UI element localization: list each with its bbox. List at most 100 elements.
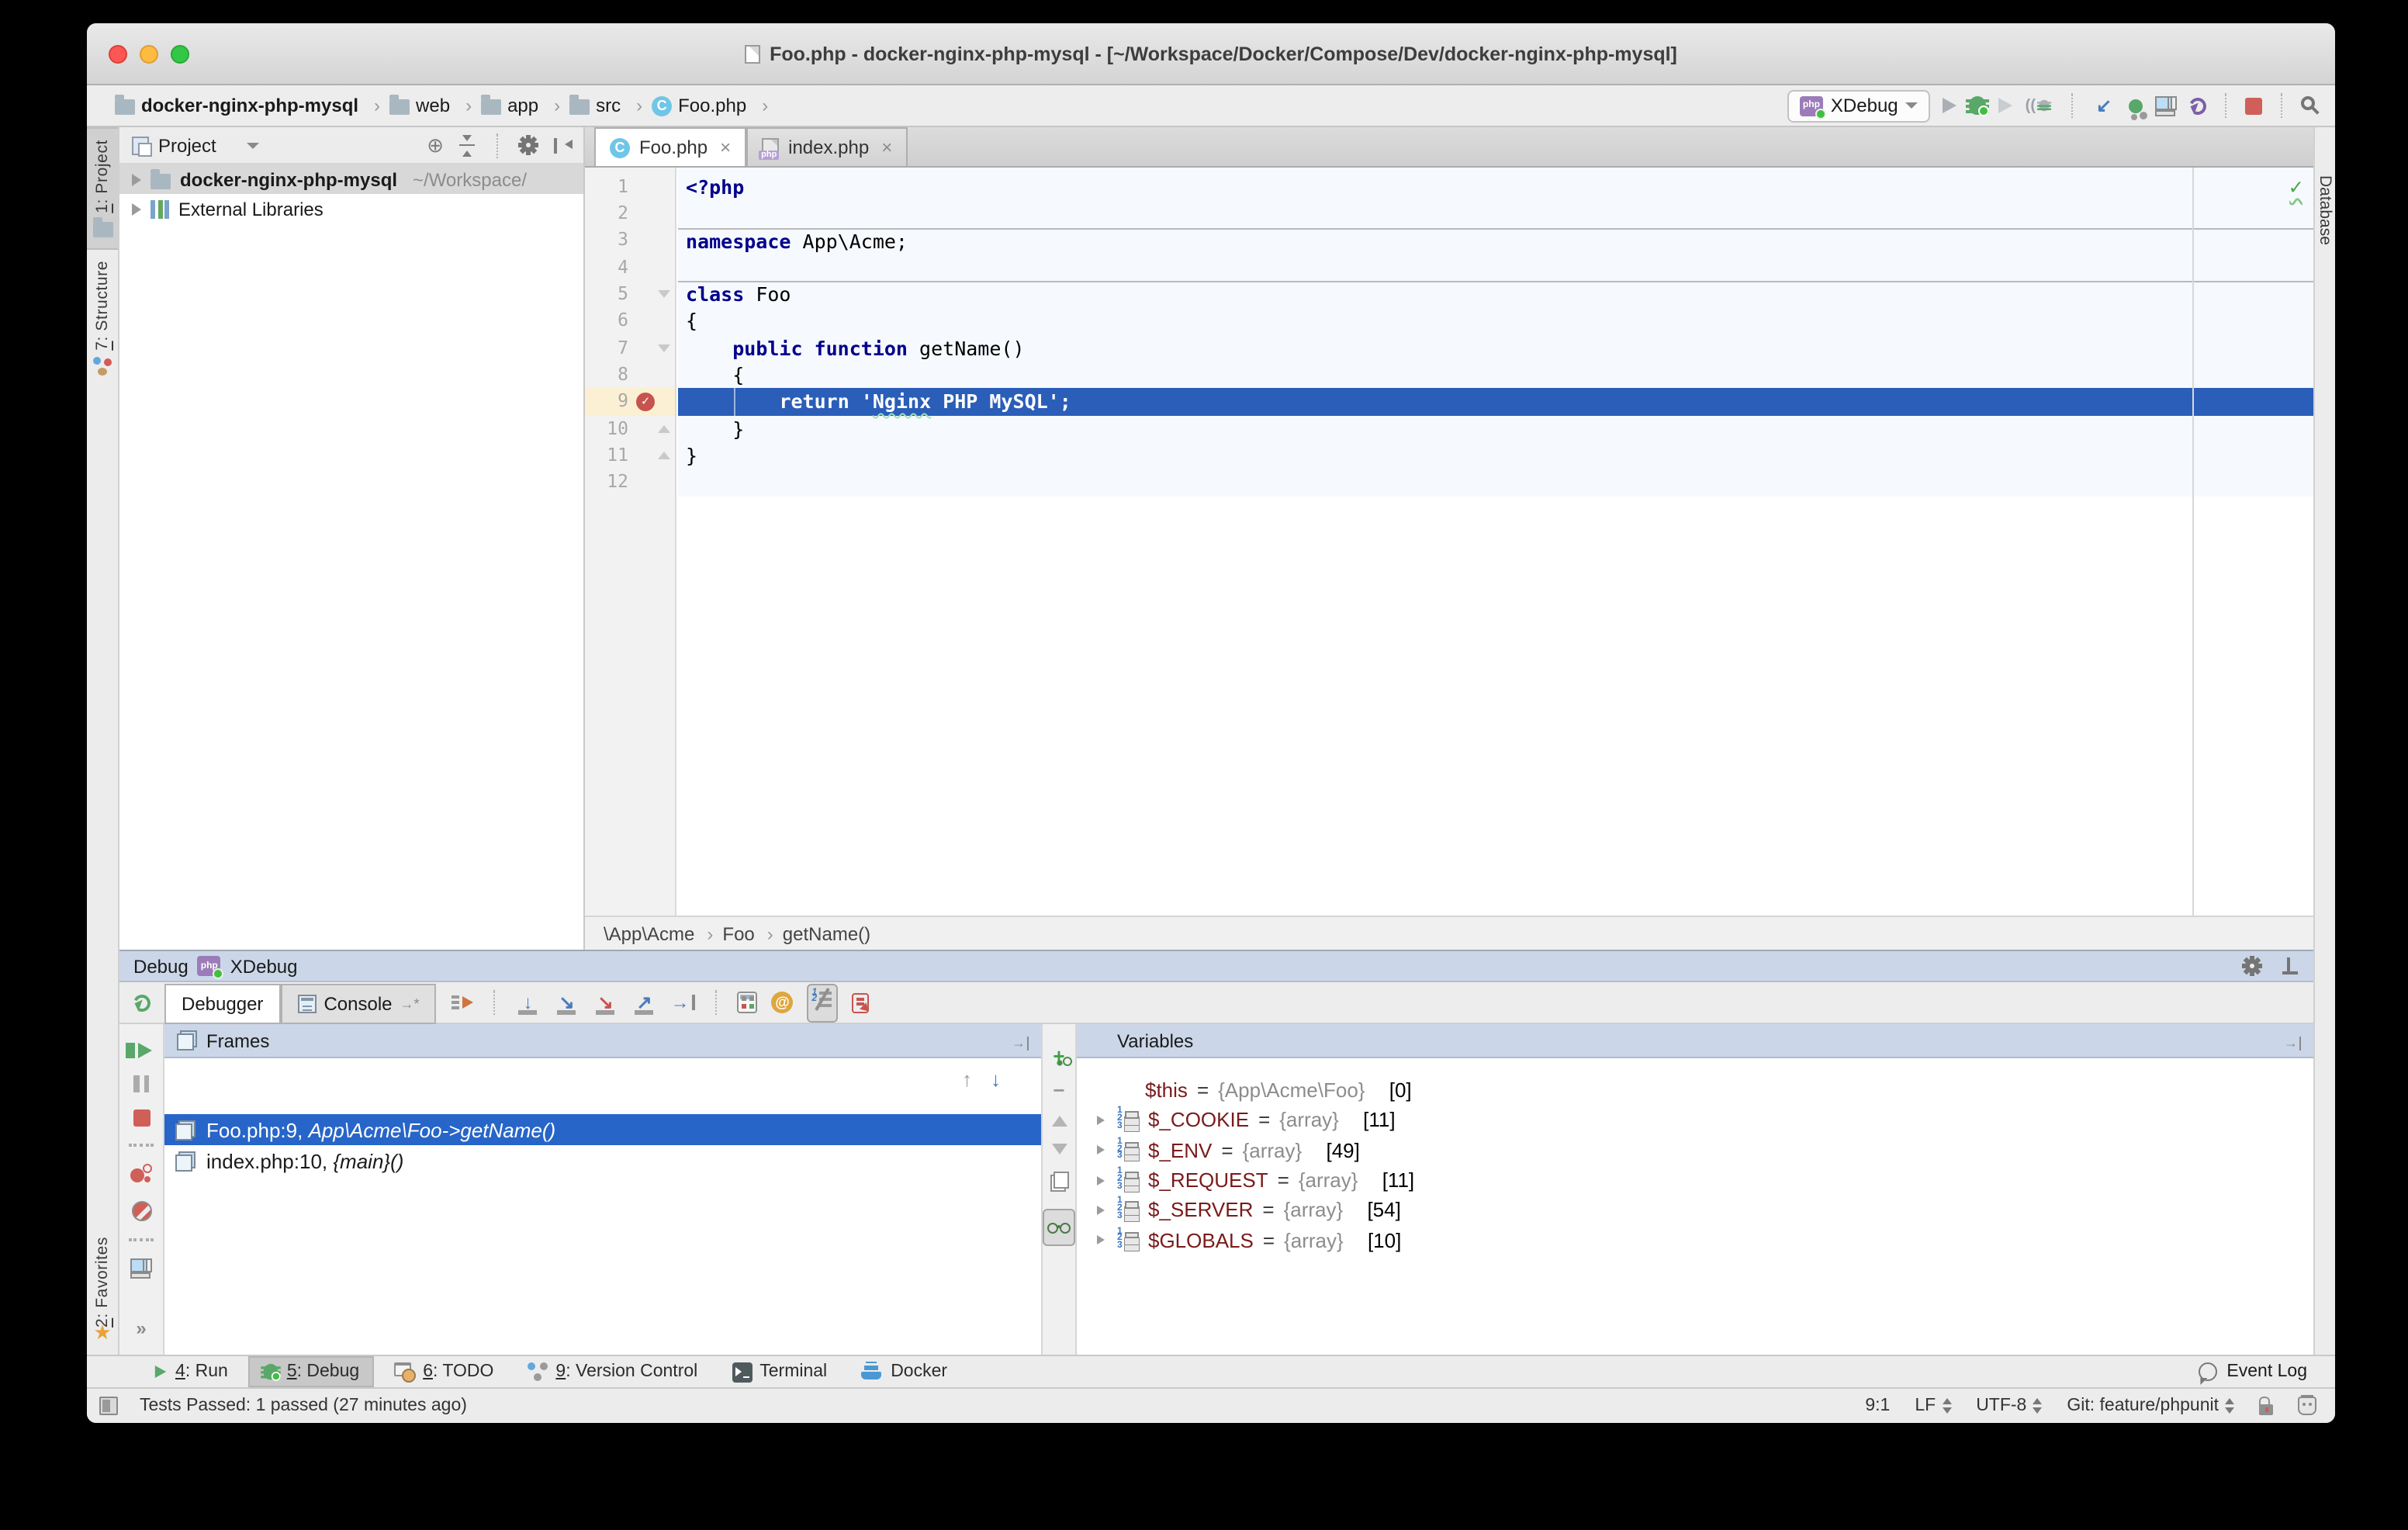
project-panel-title[interactable]: Project — [158, 134, 216, 156]
frame-row-current[interactable]: Foo.php:9, App\Acme\Foo->getName() — [164, 1114, 1041, 1145]
variable-row-server[interactable]: $_SERVER = {array} [54] — [1077, 1195, 2313, 1225]
hide-panel-icon[interactable] — [552, 136, 571, 154]
expand-arrow-icon[interactable] — [1096, 1116, 1104, 1125]
zoom-window-button[interactable] — [171, 44, 189, 63]
project-tree-row-external-libraries[interactable]: External Libraries — [119, 194, 583, 223]
fold-marker-icon[interactable] — [658, 344, 670, 352]
move-watch-down-icon[interactable] — [1051, 1144, 1067, 1154]
code-line[interactable]: namespace App\Acme; — [678, 227, 2313, 254]
close-window-button[interactable] — [109, 44, 127, 63]
breakpoint-icon[interactable] — [636, 393, 655, 411]
gutter-line[interactable]: 1 — [585, 174, 675, 201]
gutter-line[interactable]: 2 — [585, 201, 675, 228]
pause-program-icon[interactable] — [133, 1075, 149, 1092]
breadcrumb-namespace[interactable]: \App\Acme — [604, 922, 713, 944]
encoding-widget[interactable]: UTF-8 — [1976, 1397, 2042, 1415]
expand-arrow-icon[interactable] — [1096, 1235, 1104, 1244]
tool-window-terminal[interactable]: Terminal — [718, 1356, 841, 1387]
code-line[interactable]: { — [678, 308, 2313, 335]
locate-file-icon[interactable] — [427, 135, 444, 155]
gutter-line[interactable]: 8 — [585, 362, 675, 389]
line-ending-widget[interactable]: LF — [1915, 1397, 1951, 1415]
git-branch-widget[interactable]: Git: feature/phpunit — [2067, 1397, 2234, 1415]
breadcrumb-class[interactable]: Foo — [722, 922, 773, 944]
expand-arrow-icon[interactable] — [132, 173, 141, 185]
minimize-window-button[interactable] — [140, 44, 158, 63]
chevron-down-icon[interactable] — [247, 142, 260, 148]
code-line[interactable]: <?php — [678, 174, 2313, 201]
rerun-icon[interactable] — [131, 992, 153, 1013]
lock-icon[interactable] — [2259, 1404, 2273, 1415]
breadcrumb-item-file[interactable]: Foo.php — [649, 95, 771, 116]
sidebar-item-structure[interactable]: 7: Structure — [87, 251, 118, 387]
code-line[interactable]: } — [678, 442, 2313, 469]
view-breakpoints-icon[interactable] — [130, 1164, 152, 1184]
code-line[interactable]: } — [678, 415, 2313, 442]
variable-row-this[interactable]: $this = {App\Acme\Foo} [0] — [1077, 1075, 2313, 1106]
close-tab-icon[interactable]: × — [720, 137, 731, 158]
run-configuration-selector[interactable]: XDebug — [1787, 89, 1931, 122]
focus-frames-icon[interactable] — [1012, 1036, 1029, 1050]
gutter-line[interactable]: 10 — [585, 415, 675, 442]
breadcrumb-item-app[interactable]: app — [478, 95, 563, 116]
tab-foo-php[interactable]: Foo.php × — [594, 127, 746, 166]
sidebar-item-database[interactable]: Database — [2315, 127, 2335, 256]
gutter-line[interactable]: 11 — [585, 442, 675, 469]
gutter-line[interactable]: 6 — [585, 308, 675, 335]
hide-panel-icon[interactable] — [2281, 957, 2299, 975]
frame-row[interactable]: index.php:10, {main}() — [164, 1145, 1041, 1176]
gutter-line[interactable]: 3 — [585, 227, 675, 254]
expand-arrow-icon[interactable] — [1096, 1206, 1104, 1215]
fold-marker-icon[interactable] — [658, 452, 670, 459]
variable-row-cookie[interactable]: $_COOKIE = {array} [11] — [1077, 1106, 2313, 1136]
expand-arrow-icon[interactable] — [1096, 1175, 1104, 1185]
caret-position-widget[interactable]: 9:1 — [1865, 1397, 1890, 1415]
breadcrumb-item-src[interactable]: src — [566, 95, 645, 116]
tab-index-php[interactable]: index.php × — [746, 127, 908, 166]
restore-layout-icon[interactable] — [130, 1258, 152, 1279]
breadcrumb-item-web[interactable]: web — [386, 95, 475, 116]
code-line[interactable] — [678, 469, 2313, 497]
next-frame-icon[interactable]: ↓ — [991, 1067, 1001, 1090]
force-step-into-icon[interactable]: ↘ — [593, 991, 618, 1014]
sidebar-item-project[interactable]: 1: Project — [87, 127, 118, 251]
resume-program-icon[interactable] — [130, 1043, 152, 1058]
mute-breakpoints-icon[interactable]: 12 — [812, 988, 834, 1009]
inspections-hector-icon[interactable] — [2298, 1397, 2316, 1415]
expand-arrow-icon[interactable] — [1096, 1145, 1104, 1154]
code-line[interactable]: public function getName() — [678, 335, 2313, 362]
code-line[interactable] — [678, 201, 2313, 228]
tool-window-todo[interactable]: 6: TODO — [379, 1356, 507, 1387]
run-button[interactable] — [1943, 98, 1957, 113]
rollback-button[interactable] — [2187, 95, 2209, 116]
project-tree-row-root[interactable]: docker-nginx-php-mysql~/Workspace/ — [119, 164, 583, 194]
evaluate-expression-icon[interactable] — [738, 992, 758, 1013]
move-watch-up-icon[interactable] — [1051, 1116, 1067, 1127]
code-line-execution-point[interactable]: return 'Nginx PHP MySQL'; — [678, 389, 2313, 416]
listen-for-debug-connections-button[interactable]: (( — [2026, 96, 2053, 115]
code-line[interactable]: class Foo — [678, 281, 2313, 308]
editor-gutter[interactable]: 1 2 3 4 5 6 7 8 9 10 11 12 — [585, 168, 676, 916]
close-tab-icon[interactable]: × — [881, 137, 892, 158]
gutter-line[interactable]: 7 — [585, 335, 675, 362]
tab-debugger[interactable]: Debugger — [164, 983, 280, 1023]
previous-frame-icon[interactable]: ↑ — [962, 1067, 972, 1090]
vcs-commit-button[interactable] — [2129, 99, 2143, 112]
fold-marker-icon[interactable] — [658, 425, 670, 433]
tool-window-run[interactable]: 4: Run — [140, 1356, 242, 1387]
mute-breakpoints-toggle-icon[interactable] — [131, 1201, 151, 1221]
tool-window-docker[interactable]: Docker — [847, 1356, 961, 1387]
inspection-status-icon[interactable]: ✓ — [2289, 177, 2302, 199]
gutter-line[interactable]: 5 — [585, 281, 675, 308]
code-area[interactable]: <?php namespace App\Acme; class Foo { pu… — [678, 168, 2313, 916]
copy-icon[interactable] — [1050, 1172, 1068, 1192]
step-into-icon[interactable]: ↘ — [555, 991, 580, 1014]
status-message[interactable]: Tests Passed: 1 passed (27 minutes ago) — [140, 1397, 467, 1415]
step-over-icon[interactable]: ↓ — [516, 991, 541, 1014]
code-line[interactable] — [678, 254, 2313, 282]
expand-arrow-icon[interactable] — [132, 202, 141, 215]
event-log-button[interactable]: Event Log — [2199, 1362, 2335, 1381]
show-values-inline-icon[interactable] — [772, 992, 794, 1013]
debug-button[interactable] — [1970, 96, 1987, 115]
update-application-icon[interactable] — [2155, 95, 2177, 116]
